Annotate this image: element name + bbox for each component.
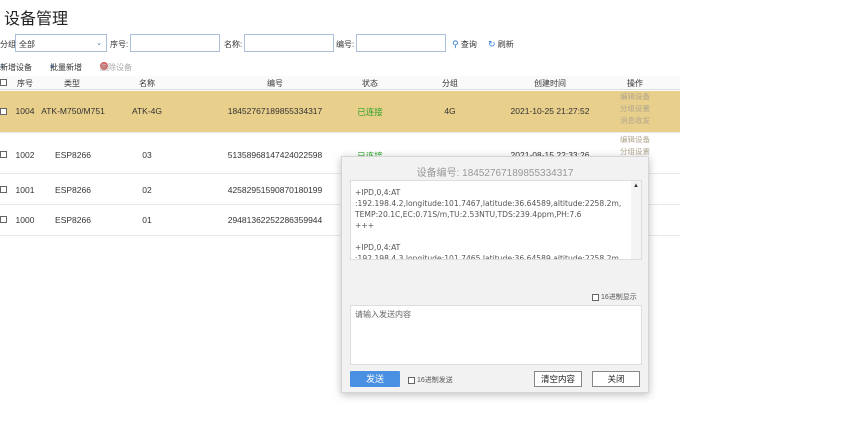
cell-serial: 1002	[15, 150, 35, 160]
col-serial: 序号	[17, 79, 33, 88]
cell-code: 18452767189855334317	[227, 106, 323, 116]
code-label: 编号:	[336, 40, 355, 49]
hex-send-toggle[interactable]: 16进制发送	[408, 375, 453, 385]
col-type: 类型	[64, 79, 80, 88]
row-checkbox[interactable]	[0, 151, 7, 158]
group-select-value: 全部	[19, 40, 35, 49]
row-checkbox[interactable]	[0, 186, 7, 193]
col-group: 分组	[442, 79, 458, 88]
cell-name: 02	[142, 185, 152, 195]
table-header: 序号 类型 名称 编号 状态 分组 创建时间 操作	[0, 76, 680, 90]
cell-name: 03	[142, 150, 152, 160]
cell-serial: 1004	[15, 106, 35, 116]
dialog-title: 设备编号: 18452767189855334317	[416, 168, 574, 179]
chevron-down-icon: ⌄	[96, 40, 102, 47]
log-scrollbar[interactable]: ▲	[631, 181, 641, 259]
query-button[interactable]: ⚲ 查询	[452, 39, 477, 50]
scroll-up-icon[interactable]: ▲	[633, 183, 639, 189]
cell-created: 2021-10-25 21:27:52	[510, 106, 590, 116]
cell-name: 01	[142, 215, 152, 225]
edit-device-link[interactable]: 编辑设备	[620, 134, 650, 146]
col-ops: 操作	[627, 79, 643, 88]
cell-type: ESP8266	[55, 185, 91, 195]
hex-display-checkbox[interactable]	[592, 293, 599, 301]
group-setting-link[interactable]: 分组设置	[620, 103, 650, 115]
cell-serial: 1000	[15, 215, 35, 225]
cell-group: 4G	[444, 106, 456, 116]
name-input[interactable]	[244, 34, 334, 52]
receive-log-text: +IPD,0,4:AT :192.198.4.2,longitude:101.7…	[355, 188, 622, 260]
select-all-checkbox[interactable]	[0, 79, 7, 86]
clear-button[interactable]: 清空内容	[534, 371, 582, 387]
message-dialog: 设备编号: 18452767189855334317 +IPD,0,4:AT :…	[341, 156, 649, 393]
col-name: 名称	[139, 79, 155, 88]
cell-code: 51358968147424022598	[227, 150, 323, 160]
hex-send-checkbox[interactable]	[408, 376, 415, 384]
col-code: 编号	[267, 79, 283, 88]
cell-status: 已连接	[357, 107, 383, 117]
serial-label: 序号:	[110, 40, 129, 49]
receive-log[interactable]: +IPD,0,4:AT :192.198.4.2,longitude:101.7…	[350, 180, 642, 260]
send-input[interactable]: 请输入发送内容	[350, 305, 642, 365]
hex-display-toggle[interactable]: 16进制显示	[592, 292, 637, 302]
col-created: 创建时间	[534, 79, 566, 88]
page-title: 设备管理	[4, 11, 69, 28]
send-input-placeholder: 请输入发送内容	[355, 310, 411, 319]
cell-code: 29481362252286359944	[227, 215, 323, 225]
serial-input[interactable]	[130, 34, 220, 52]
refresh-button[interactable]: ↻ 刷新	[488, 39, 514, 50]
cell-type: ATK-M750/M751	[41, 106, 105, 116]
cell-code: 42582951590870180199	[227, 185, 323, 195]
message-link[interactable]: 消息收发	[620, 115, 650, 127]
cell-name: ATK-4G	[131, 106, 163, 116]
group-select[interactable]: 全部 ⌄	[15, 34, 107, 52]
cell-type: ESP8266	[55, 150, 91, 160]
search-icon: ⚲	[452, 39, 459, 49]
name-label: 名称:	[224, 40, 243, 49]
col-status: 状态	[362, 79, 378, 88]
edit-device-link[interactable]: 编辑设备	[620, 91, 650, 103]
table-row[interactable]: 1004 ATK-M750/M751 ATK-4G 18452767189855…	[0, 91, 680, 133]
cell-type: ESP8266	[55, 215, 91, 225]
cell-serial: 1001	[15, 185, 35, 195]
row-checkbox[interactable]	[0, 216, 7, 223]
close-button[interactable]: 关闭	[592, 371, 640, 387]
send-button[interactable]: 发送	[350, 371, 400, 387]
row-checkbox[interactable]	[0, 108, 7, 115]
refresh-icon: ↻	[488, 39, 496, 49]
code-input[interactable]	[356, 34, 446, 52]
